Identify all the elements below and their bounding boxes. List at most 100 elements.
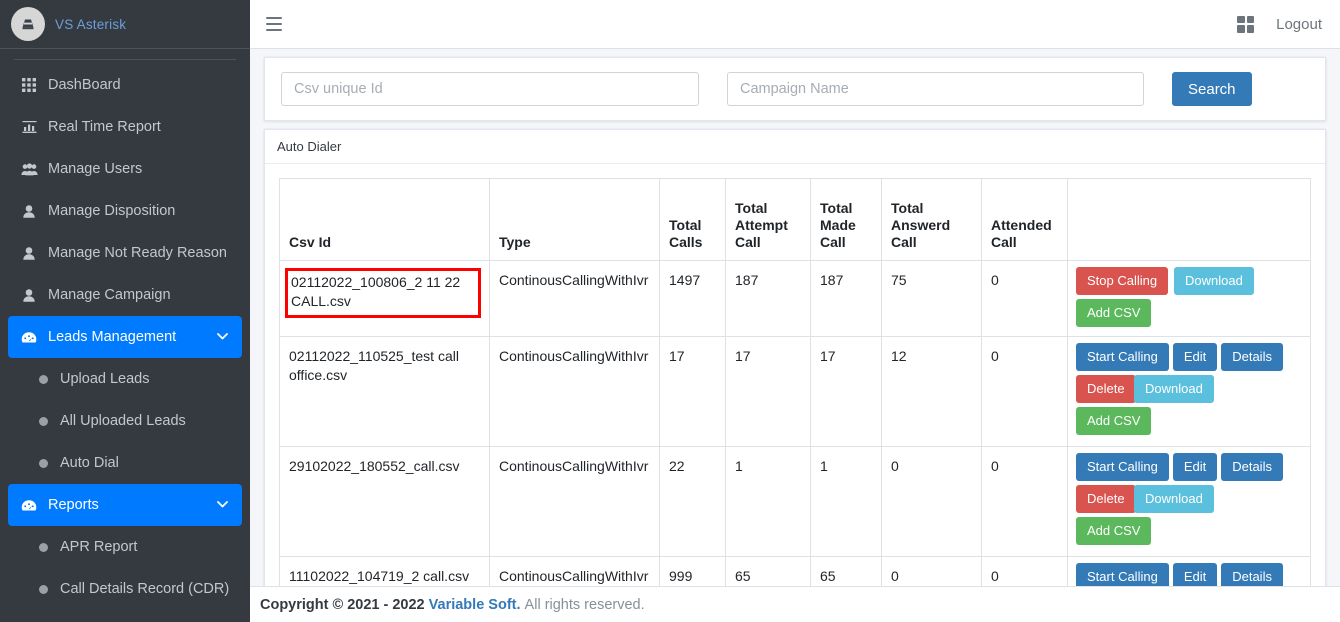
cell-type: ContinousCallingWithIvr bbox=[489, 446, 660, 557]
action-row-primary: Start Calling Edit Details bbox=[1076, 453, 1302, 481]
csv-unique-id-input[interactable] bbox=[281, 72, 699, 106]
column-header-csv-id: Csv Id bbox=[279, 178, 490, 261]
cell-csv-id: 02112022_110525_test call office.csv bbox=[279, 336, 490, 447]
table-header: Csv Id Type Total Calls Total Attempt Ca… bbox=[279, 178, 1311, 261]
download-button[interactable]: Download bbox=[1134, 375, 1214, 403]
circle-dot-icon bbox=[34, 542, 52, 552]
action-row-tertiary: Add CSV bbox=[1076, 407, 1302, 435]
dashboard-icon bbox=[18, 499, 40, 512]
sidebar-item-label: Reports bbox=[48, 497, 99, 513]
sidebar-divider bbox=[14, 59, 236, 60]
download-button[interactable]: Download bbox=[1174, 267, 1254, 295]
sidebar-item-label: Auto Dial bbox=[60, 455, 119, 471]
user-icon bbox=[18, 246, 40, 260]
logout-link[interactable]: Logout bbox=[1276, 16, 1322, 33]
content-area: Search Auto Dialer Csv Id Type Total Cal… bbox=[250, 49, 1340, 622]
asterisk-badge-icon bbox=[11, 7, 45, 41]
details-button[interactable]: Details bbox=[1221, 453, 1283, 481]
sidebar-item-manage-disposition[interactable]: Manage Disposition bbox=[8, 190, 242, 232]
add-csv-button[interactable]: Add CSV bbox=[1076, 299, 1152, 327]
sidebar-item-upload-leads[interactable]: Upload Leads bbox=[8, 358, 242, 400]
edit-button[interactable]: Edit bbox=[1172, 343, 1218, 371]
table-row: 02112022_100806_2 11 22 CALL.csv Contino… bbox=[279, 260, 1311, 337]
edit-button[interactable]: Edit bbox=[1172, 453, 1218, 481]
sidebar-item-label: All Uploaded Leads bbox=[60, 413, 186, 429]
action-button-stack: Stop Calling Download Add CSV bbox=[1076, 267, 1302, 327]
cell-attended-call: 0 bbox=[981, 260, 1068, 337]
topbar: Logout bbox=[250, 0, 1340, 49]
sidebar-item-label: Leads Management bbox=[48, 329, 177, 345]
chevron-down-icon bbox=[217, 331, 228, 343]
sidebar-item-call-details-record[interactable]: Call Details Record (CDR) bbox=[8, 568, 242, 610]
action-row-primary: Start Calling Edit Details bbox=[1076, 343, 1302, 371]
column-header-total-answerd-call: Total Answerd Call bbox=[881, 178, 982, 261]
campaign-name-input[interactable] bbox=[727, 72, 1144, 106]
column-header-actions bbox=[1067, 178, 1311, 261]
sidebar-item-manage-users[interactable]: Manage Users bbox=[8, 148, 242, 190]
panel-title: Auto Dialer bbox=[265, 130, 1325, 164]
sidebar-item-label: Manage Not Ready Reason bbox=[48, 245, 227, 261]
sidebar: VS Asterisk DashBoard Real Time Report M… bbox=[0, 0, 250, 622]
download-button[interactable]: Download bbox=[1134, 485, 1214, 513]
sidebar-item-label: DashBoard bbox=[48, 77, 121, 93]
hamburger-icon[interactable] bbox=[266, 17, 282, 31]
cell-total-answerd-call: 12 bbox=[881, 336, 982, 447]
add-csv-button[interactable]: Add CSV bbox=[1076, 407, 1152, 435]
sidebar-item-dashboard[interactable]: DashBoard bbox=[8, 64, 242, 106]
dashboard-icon bbox=[18, 331, 40, 344]
cell-actions: Start Calling Edit Details Download Dele… bbox=[1067, 446, 1311, 557]
cell-total-answerd-call: 75 bbox=[881, 260, 982, 337]
sidebar-item-apr-report[interactable]: APR Report bbox=[8, 526, 242, 568]
add-csv-button[interactable]: Add CSV bbox=[1076, 517, 1152, 545]
sidebar-item-reports[interactable]: Reports bbox=[8, 484, 242, 526]
delete-button[interactable]: Delete bbox=[1076, 375, 1136, 403]
footer: Copyright © 2021 - 2022 Variable Soft. A… bbox=[250, 586, 1340, 622]
cell-type: ContinousCallingWithIvr bbox=[489, 260, 660, 337]
sidebar-item-leads-management[interactable]: Leads Management bbox=[8, 316, 242, 358]
cell-total-made-call: 1 bbox=[810, 446, 882, 557]
sidebar-item-manage-campaign[interactable]: Manage Campaign bbox=[8, 274, 242, 316]
stop-calling-button[interactable]: Stop Calling bbox=[1076, 267, 1169, 295]
sidebar-item-label: Upload Leads bbox=[60, 371, 150, 387]
brand[interactable]: VS Asterisk bbox=[0, 0, 250, 49]
footer-company-link[interactable]: Variable Soft. bbox=[429, 597, 521, 613]
sidebar-nav: DashBoard Real Time Report Manage Users … bbox=[0, 64, 250, 610]
sidebar-item-label: APR Report bbox=[60, 539, 138, 555]
start-calling-button[interactable]: Start Calling bbox=[1076, 453, 1169, 481]
delete-button[interactable]: Delete bbox=[1076, 485, 1136, 513]
auto-dialer-panel: Auto Dialer Csv Id Type Total Calls Tota… bbox=[264, 129, 1326, 622]
column-header-type: Type bbox=[489, 178, 660, 261]
user-icon bbox=[18, 204, 40, 218]
cell-total-calls: 1497 bbox=[659, 260, 726, 337]
main-area: Logout Search Auto Dialer bbox=[250, 0, 1340, 622]
cell-csv-id: 29102022_180552_call.csv bbox=[279, 446, 490, 557]
cell-total-attempt-call: 17 bbox=[725, 336, 811, 447]
csv-id-highlight-box: 02112022_100806_2 11 22 CALL.csv bbox=[285, 268, 481, 318]
cell-attended-call: 0 bbox=[981, 336, 1068, 447]
sidebar-item-label: Real Time Report bbox=[48, 119, 161, 135]
sidebar-item-label: Call Details Record (CDR) bbox=[60, 581, 230, 597]
sidebar-item-label: Manage Disposition bbox=[48, 203, 176, 219]
start-calling-button[interactable]: Start Calling bbox=[1076, 343, 1169, 371]
table-row: 02112022_110525_test call office.csv Con… bbox=[279, 336, 1311, 447]
cell-actions: Stop Calling Download Add CSV bbox=[1067, 260, 1311, 337]
chevron-down-icon bbox=[217, 499, 228, 511]
cell-total-attempt-call: 1 bbox=[725, 446, 811, 557]
th-large-icon[interactable] bbox=[1237, 15, 1255, 33]
cell-total-attempt-call: 187 bbox=[725, 260, 811, 337]
panel-body: Csv Id Type Total Calls Total Attempt Ca… bbox=[265, 164, 1325, 622]
table-body: 02112022_100806_2 11 22 CALL.csv Contino… bbox=[279, 260, 1311, 622]
sidebar-item-real-time-report[interactable]: Real Time Report bbox=[8, 106, 242, 148]
details-button[interactable]: Details bbox=[1221, 343, 1283, 371]
circle-dot-icon bbox=[34, 584, 52, 594]
action-button-stack: Start Calling Edit Details Download Dele… bbox=[1076, 343, 1302, 435]
sidebar-item-label: Manage Campaign bbox=[48, 287, 171, 303]
sidebar-item-auto-dial[interactable]: Auto Dial bbox=[8, 442, 242, 484]
sidebar-item-all-uploaded-leads[interactable]: All Uploaded Leads bbox=[8, 400, 242, 442]
table-header-row: Csv Id Type Total Calls Total Attempt Ca… bbox=[279, 178, 1311, 261]
user-icon bbox=[18, 288, 40, 302]
search-button[interactable]: Search bbox=[1172, 72, 1252, 106]
column-header-total-calls: Total Calls bbox=[659, 178, 726, 261]
sidebar-item-manage-not-ready-reason[interactable]: Manage Not Ready Reason bbox=[8, 232, 242, 274]
cell-actions: Start Calling Edit Details Download Dele… bbox=[1067, 336, 1311, 447]
